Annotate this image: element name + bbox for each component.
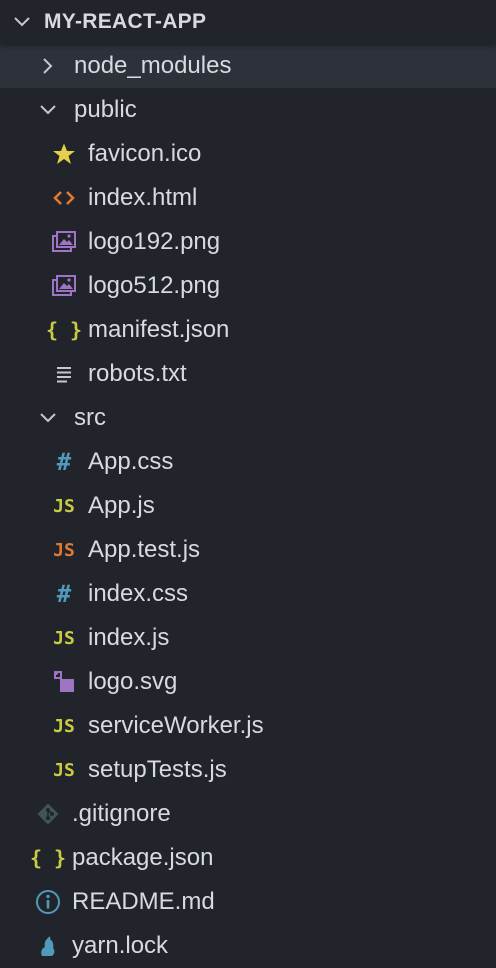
file-tree: node_modules public favicon.ico index.ht… [0, 44, 496, 968]
tree-item-logo-svg[interactable]: logo.svg [0, 660, 496, 704]
css-icon: # [56, 448, 72, 476]
image-icon [48, 231, 80, 253]
html-icon [48, 188, 80, 208]
tree-item-robots[interactable]: robots.txt [0, 352, 496, 396]
tree-item-service-worker[interactable]: JS serviceWorker.js [0, 704, 496, 748]
tree-item-label: App.css [88, 448, 174, 475]
tree-item-app-css[interactable]: # App.css [0, 440, 496, 484]
tree-item-index-css[interactable]: # index.css [0, 572, 496, 616]
tree-item-label: index.js [88, 624, 170, 651]
info-icon [32, 889, 64, 915]
chevron-down-icon[interactable] [34, 412, 62, 424]
tree-item-index-html[interactable]: index.html [0, 176, 496, 220]
tree-item-label: App.test.js [88, 536, 201, 563]
tree-item-label: logo192.png [88, 228, 221, 255]
git-icon [32, 802, 64, 826]
tree-item-label: src [74, 404, 106, 431]
tree-item-package-json[interactable]: { } package.json [0, 836, 496, 880]
tree-item-yarn-lock[interactable]: yarn.lock [0, 924, 496, 968]
tree-item-app-js[interactable]: JS App.js [0, 484, 496, 528]
tree-item-label: public [74, 96, 137, 123]
tree-item-node-modules[interactable]: node_modules [0, 44, 496, 88]
yarn-icon [32, 934, 64, 958]
tree-item-label: yarn.lock [72, 932, 169, 959]
tree-item-label: node_modules [74, 52, 232, 79]
tree-item-public[interactable]: public [0, 88, 496, 132]
tree-item-favicon[interactable]: favicon.ico [0, 132, 496, 176]
tree-item-logo512[interactable]: logo512.png [0, 264, 496, 308]
tree-item-index-js[interactable]: JS index.js [0, 616, 496, 660]
tree-item-label: logo.svg [88, 668, 178, 695]
tree-item-label: serviceWorker.js [88, 712, 264, 739]
js-icon: JS [53, 715, 75, 737]
tree-item-label: package.json [72, 844, 214, 871]
chevron-right-icon[interactable] [34, 57, 62, 75]
tree-item-gitignore[interactable]: .gitignore [0, 792, 496, 836]
tree-item-label: README.md [72, 888, 215, 915]
file-explorer: MY-REACT-APP node_modules public favicon… [0, 0, 496, 968]
tree-item-label: logo512.png [88, 272, 221, 299]
text-file-icon [48, 365, 80, 383]
explorer-root-header[interactable]: MY-REACT-APP [0, 0, 496, 44]
tree-item-setup-tests[interactable]: JS setupTests.js [0, 748, 496, 792]
js-test-icon: JS [53, 539, 75, 561]
tree-item-readme[interactable]: README.md [0, 880, 496, 924]
chevron-down-icon[interactable] [0, 0, 44, 44]
tree-item-label: App.js [88, 492, 155, 519]
project-title: MY-REACT-APP [44, 10, 207, 33]
tree-item-label: index.html [88, 184, 198, 211]
json-icon: { } [29, 846, 67, 870]
tree-item-logo192[interactable]: logo192.png [0, 220, 496, 264]
css-icon: # [56, 580, 72, 608]
image-icon [48, 275, 80, 297]
tree-item-app-test[interactable]: JS App.test.js [0, 528, 496, 572]
star-icon [48, 142, 80, 166]
js-icon: JS [53, 495, 75, 517]
js-icon: JS [53, 627, 75, 649]
tree-item-label: .gitignore [72, 800, 171, 827]
tree-item-label: favicon.ico [88, 140, 202, 167]
svg-icon [48, 670, 80, 694]
tree-item-label: index.css [88, 580, 189, 607]
chevron-down-icon[interactable] [34, 104, 62, 116]
json-icon: { } [45, 318, 83, 342]
tree-item-label: robots.txt [88, 360, 187, 387]
tree-item-label: setupTests.js [88, 756, 227, 783]
js-icon: JS [53, 759, 75, 781]
tree-item-manifest[interactable]: { } manifest.json [0, 308, 496, 352]
tree-item-src[interactable]: src [0, 396, 496, 440]
tree-item-label: manifest.json [88, 316, 230, 343]
